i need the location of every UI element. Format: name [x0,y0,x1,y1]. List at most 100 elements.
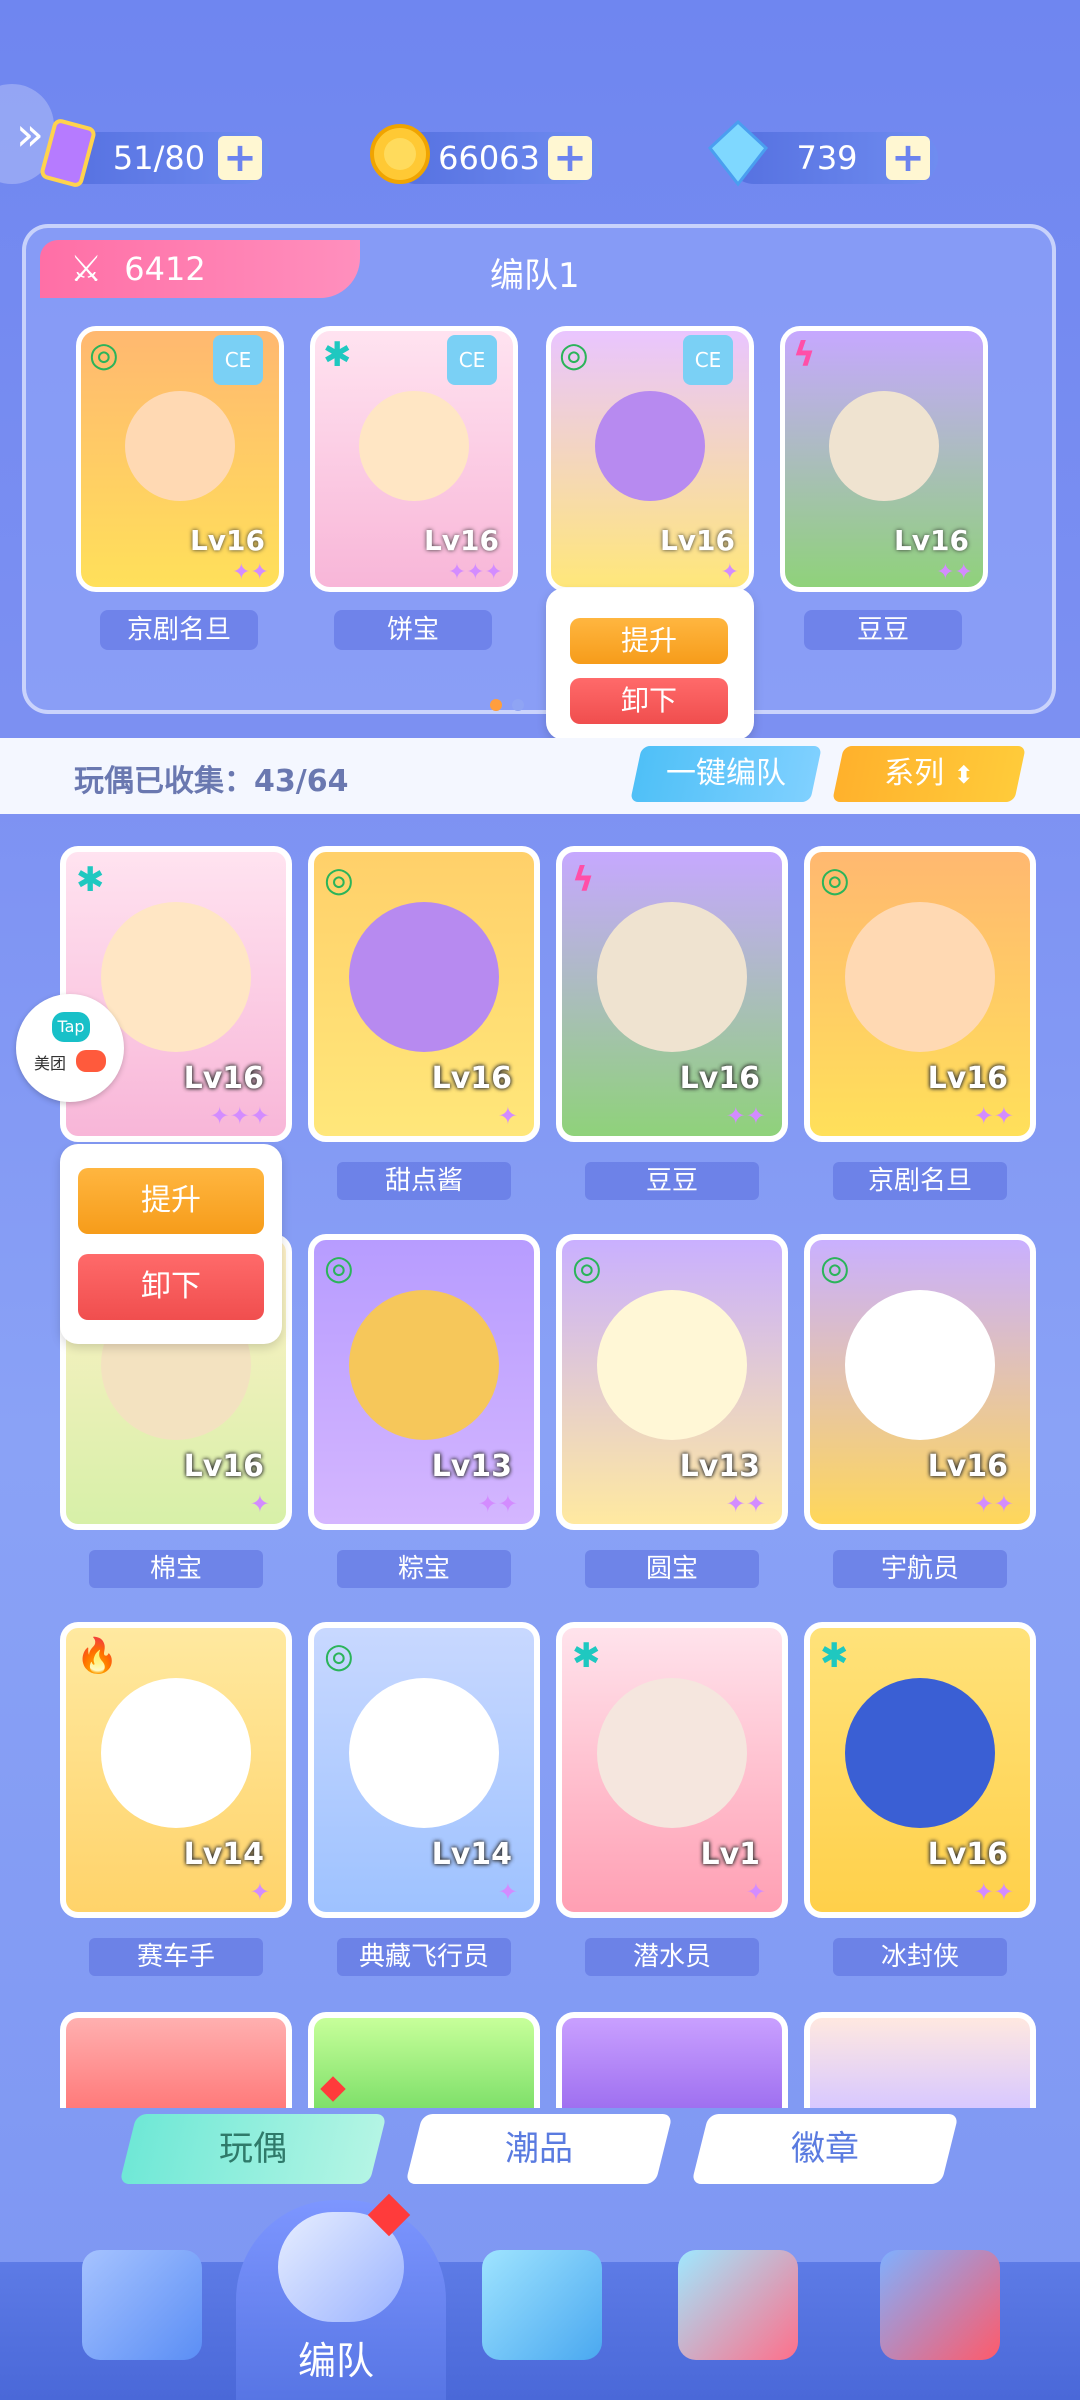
doll-card[interactable]: ϟ Lv16 ✦✦ [556,846,788,1142]
series-sort-button[interactable]: 系列 ⬍ [832,746,1026,802]
series-sort-label: 系列 ⬍ [838,746,1020,803]
doll-name: 宇航员 [833,1550,1007,1588]
nav-gacha-icon[interactable] [880,2250,1000,2360]
element-icon: ◎ [324,860,354,900]
page-dot [512,699,524,711]
upgrade-button[interactable]: 提升 [570,618,728,664]
team-slot-3[interactable]: ◎ CE Lv16 ✦ [546,326,754,592]
gold-counter[interactable]: 66063 + [370,124,600,184]
page-indicator [490,696,534,715]
doll-portrait [349,1677,499,1828]
add-gold-button[interactable]: + [548,136,592,180]
star-icon: ✦✦ [232,560,269,585]
star-icon: ✦ [720,560,739,585]
doll-card[interactable]: ◎ Lv14 ✦ [308,1622,540,1918]
star-icon: ✦✦✦ [209,1102,270,1130]
star-icon: ✦✦ [477,1490,518,1518]
team-slot-4-name: 豆豆 [804,610,962,650]
ce-badge-icon: CE [213,335,263,385]
collection-count: 玩偶已收集：43/64 [74,764,349,799]
doll-card[interactable]: ✱ Lv1 ✦ [556,1622,788,1918]
doll-portrait [101,1677,251,1828]
team-slot-1[interactable]: ◎ CE Lv16 ✦✦ [76,326,284,592]
diamond-counter[interactable]: 739 + [707,119,938,187]
doll-card-partial[interactable] [308,2012,540,2108]
doll-popup: 提升 卸下 [60,1144,282,1344]
unload-button[interactable]: 卸下 [570,678,728,724]
doll-name: 冰封侠 [833,1938,1007,1976]
doll-card[interactable]: 🔥 Lv14 ✦ [60,1622,292,1918]
doll-level: Lv1 [700,1837,760,1872]
doll-portrait [597,1677,747,1828]
doll-name: 甜点酱 [337,1162,511,1200]
nav-trophy-icon[interactable] [678,2250,798,2360]
doll-level: Lv13 [679,1449,760,1484]
doll-portrait [125,391,235,501]
one-key-team-label: 一键编队 [666,756,786,791]
doll-name: 潜水员 [585,1938,759,1976]
tab-dolls[interactable]: 玩偶 [119,2114,387,2184]
doll-portrait [845,901,995,1052]
doll-card-partial[interactable] [556,2012,788,2108]
doll-card[interactable]: ◎ Lv16 ✦ [308,846,540,1142]
doll-unload-button[interactable]: 卸下 [78,1254,264,1320]
doll-name: 棉宝 [89,1550,263,1588]
doll-card[interactable]: ◎ Lv16 ✦✦ [804,1234,1036,1530]
star-icon: ✦ [497,1102,518,1130]
tab-trends[interactable]: 潮品 [405,2114,673,2184]
doll-card-partial[interactable] [60,2012,292,2108]
stamina-counter[interactable]: 51/80 + [40,119,270,187]
star-icon: ✦✦ [973,1490,1014,1518]
series-label-text: 系列 [884,756,945,791]
star-icon: ✦ [497,1878,518,1906]
nav-team-label: 编队 [298,2339,375,2383]
star-icon: ✦✦ [725,1490,766,1518]
doll-level: Lv16 [659,524,735,557]
nav-team-active[interactable]: 编队 [236,2193,446,2400]
element-ice-icon: ✱ [323,335,352,375]
element-lightning-icon: ϟ [793,335,816,375]
doll-name: 豆豆 [585,1162,759,1200]
tap-floating-badge[interactable]: Tap 美团 [16,994,124,1102]
team-slot-1-name: 京剧名旦 [100,610,258,650]
doll-card[interactable]: ✱ Lv16 ✦✦✦ [60,846,292,1142]
page-dot-active [490,699,502,711]
add-diamond-button[interactable]: + [886,136,930,180]
tab-badges[interactable]: 徽章 [691,2114,959,2184]
element-icon: ✱ [572,1636,601,1676]
element-icon: ◎ [572,1248,602,1288]
team-slot-2[interactable]: ✱ CE Lv16 ✦✦✦ [310,326,518,592]
star-icon: ✦✦ [973,1102,1014,1130]
doll-card[interactable]: ◎ Lv13 ✦✦ [308,1234,540,1530]
doll-card[interactable]: ✱ Lv16 ✦✦ [804,1622,1036,1918]
nav-lobby-icon[interactable] [82,2250,202,2360]
doll-card[interactable]: ◎ Lv16 ✦✦ [804,846,1036,1142]
meituan-label: 美团 [34,1054,67,1073]
element-icon: ϟ [572,860,595,900]
star-icon: ✦ [249,1878,270,1906]
one-key-team-button[interactable]: 一键编队 [630,746,822,802]
doll-portrait [359,391,469,501]
doll-level: Lv16 [927,1837,1008,1872]
doll-card[interactable]: ◎ Lv13 ✦✦ [556,1234,788,1530]
element-icon: ◎ [820,1248,850,1288]
doll-portrait [829,391,939,501]
doll-upgrade-button[interactable]: 提升 [78,1168,264,1234]
gold-coin-icon [366,118,436,190]
element-icon: ◎ [324,1636,354,1676]
doll-name: 粽宝 [337,1550,511,1588]
nav-puzzle-icon[interactable] [482,2250,602,2360]
element-nature-icon: ◎ [89,335,119,375]
doll-level: Lv16 [423,524,499,557]
team-power: ⚔ 6412 [40,240,360,298]
doll-portrait [595,391,705,501]
doll-level: Lv14 [183,1837,264,1872]
element-nature-icon: ◎ [559,335,589,375]
element-icon: ◎ [820,860,850,900]
team-slot-4[interactable]: ϟ Lv16 ✦✦ [780,326,988,592]
add-stamina-button[interactable]: + [218,136,262,180]
ce-badge-icon: CE [447,335,497,385]
doll-card-partial[interactable] [804,2012,1036,2108]
sort-arrows-icon: ⬍ [953,761,974,789]
element-icon: 🔥 [76,1636,119,1676]
